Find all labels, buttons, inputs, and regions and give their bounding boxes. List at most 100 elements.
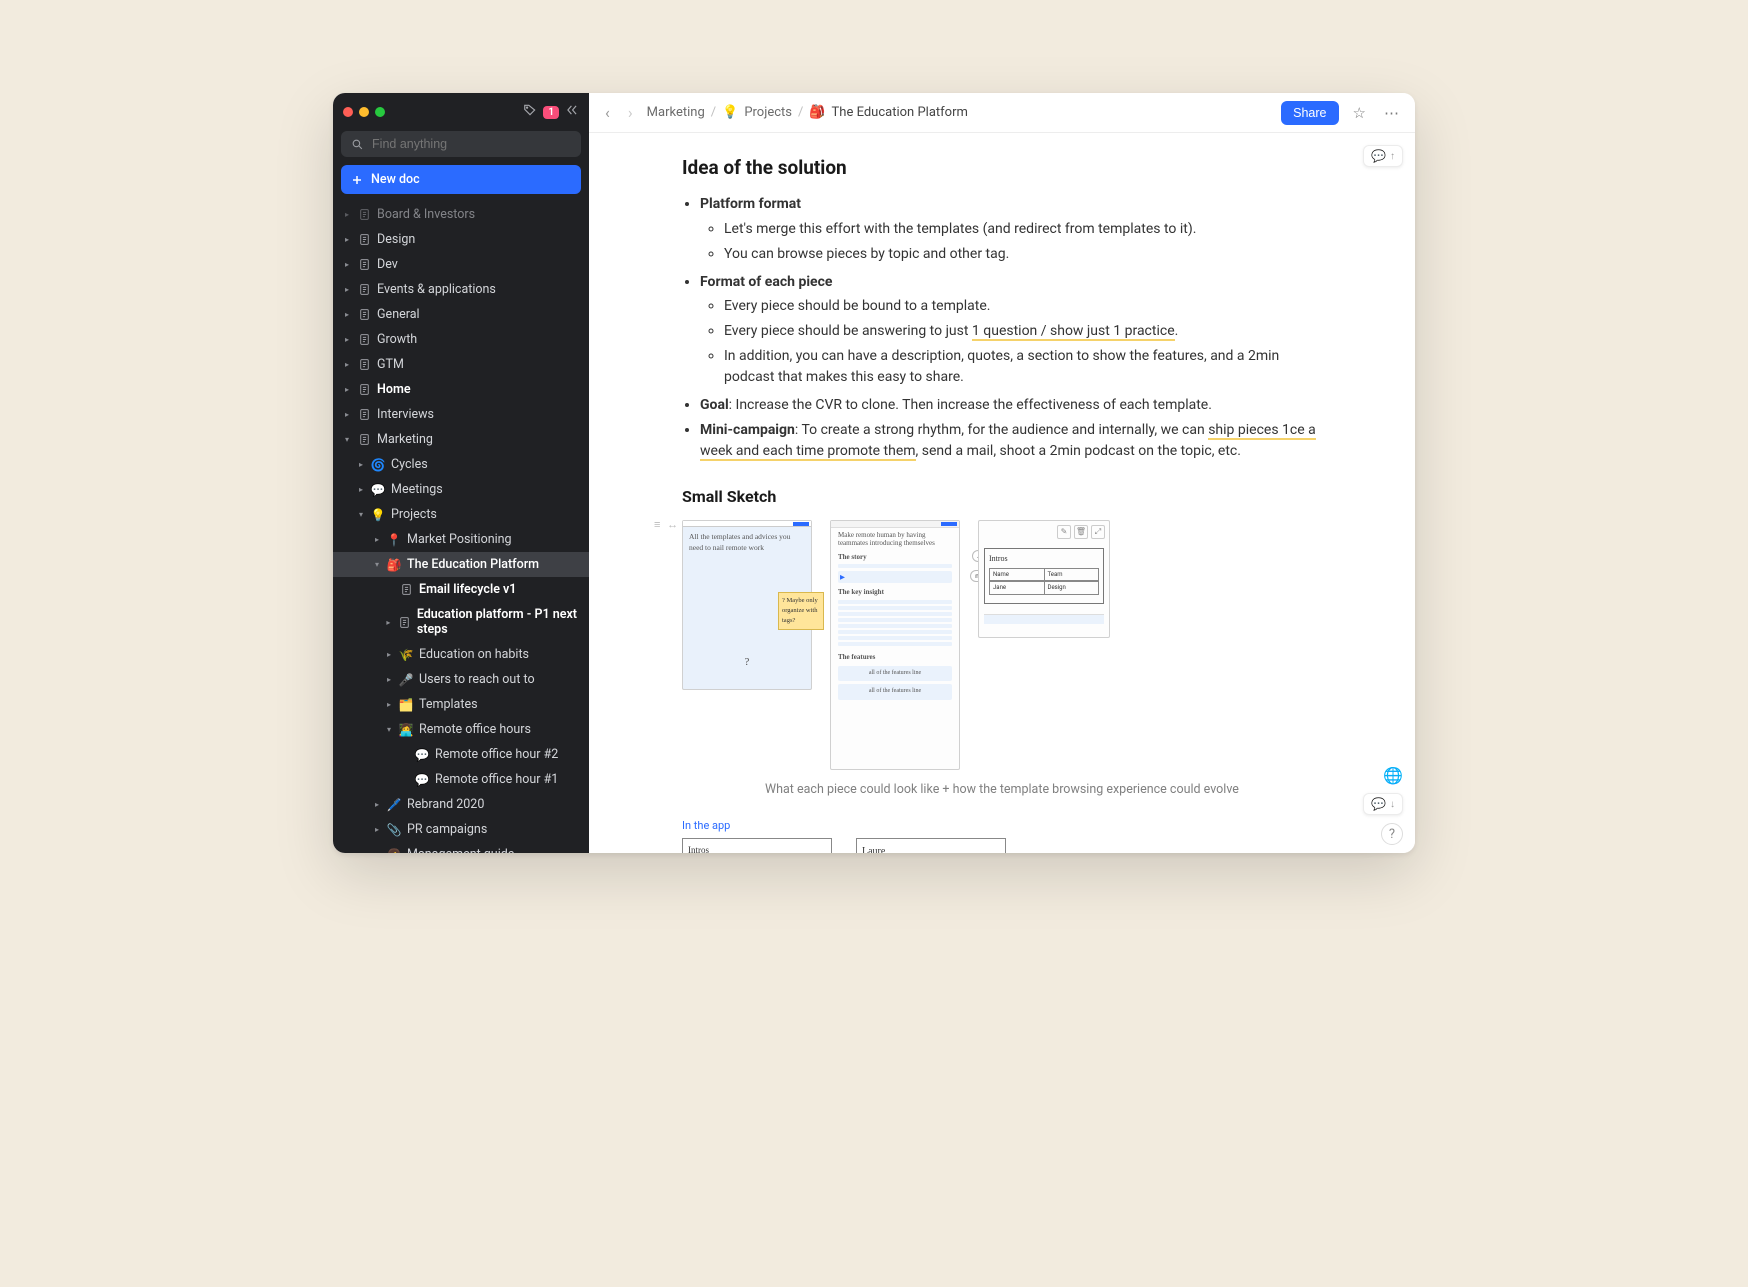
caret-icon[interactable]: ▸ xyxy=(343,386,351,394)
caret-icon[interactable] xyxy=(401,751,409,759)
caret-icon[interactable]: ▸ xyxy=(343,411,351,419)
caret-icon[interactable]: ▸ xyxy=(373,851,381,854)
close-window-icon[interactable] xyxy=(343,107,353,117)
sidebar-item-label: Board & Investors xyxy=(377,207,475,222)
expand-icon[interactable]: ⤢ xyxy=(1091,525,1105,539)
sidebar-item-label: The Education Platform xyxy=(407,557,539,572)
sidebar-item-projects[interactable]: ▾💡Projects xyxy=(333,502,589,527)
sidebar-item-pr-campaigns[interactable]: ▸📎PR campaigns xyxy=(333,817,589,842)
crumb-current[interactable]: The Education Platform xyxy=(832,105,968,120)
caret-icon[interactable]: ▸ xyxy=(343,361,351,369)
crumb-projects[interactable]: Projects xyxy=(744,105,792,120)
share-button[interactable]: Share xyxy=(1281,101,1338,125)
sidebar-item-dev[interactable]: ▸Dev xyxy=(333,252,589,277)
emoji-icon: 📍 xyxy=(387,533,401,547)
traffic-lights[interactable] xyxy=(343,107,385,117)
sidebar-tree[interactable]: ▸ Board & Investors ▸Design▸Dev▸Events & a… xyxy=(333,202,589,853)
sidebar-item-events-applications[interactable]: ▸Events & applications xyxy=(333,277,589,302)
caret-icon[interactable]: ▸ xyxy=(385,618,392,626)
sidebar-item-growth[interactable]: ▸ Growth xyxy=(333,327,589,352)
tag-icon[interactable] xyxy=(523,103,537,121)
emoji-icon: 🌾 xyxy=(399,648,413,662)
caret-icon[interactable]: ▸ xyxy=(343,261,351,269)
page-icon xyxy=(357,233,371,247)
collapse-sidebar-icon[interactable] xyxy=(565,103,579,121)
caret-icon[interactable]: ▸ xyxy=(373,536,381,544)
trash-icon[interactable]: 🗑 xyxy=(1074,525,1088,539)
sidebar-item-gtm[interactable]: ▸GTM xyxy=(333,352,589,377)
sketch-row-2: Intros nameteam JaneDesign +Other Laure … xyxy=(682,838,1322,853)
block-handle-icon[interactable]: ≡ ↔ xyxy=(654,516,680,533)
sidebar-item-rebrand-2020[interactable]: ▸🖊️Rebrand 2020 xyxy=(333,792,589,817)
comment-icon: 💬 xyxy=(1371,797,1386,811)
caret-icon[interactable]: ▸ xyxy=(385,701,393,709)
edit-icon[interactable]: ✎ xyxy=(1057,525,1071,539)
caret-icon[interactable]: ▾ xyxy=(373,561,381,569)
emoji-icon: 💬 xyxy=(415,773,429,787)
caret-icon[interactable]: ▸ xyxy=(373,801,381,809)
sidebar-item-education-on-habits[interactable]: ▸ 🌾 Education on habits xyxy=(333,642,589,667)
caret-icon[interactable]: ▸ xyxy=(343,286,351,294)
sidebar-item-home[interactable]: ▸ Home xyxy=(333,377,589,402)
sketch-caption: What each piece could look like + how th… xyxy=(682,780,1322,799)
sidebar-top: 1 xyxy=(333,93,589,131)
caret-icon[interactable] xyxy=(401,776,409,784)
search-input[interactable] xyxy=(341,131,581,157)
minimize-window-icon[interactable] xyxy=(359,107,369,117)
globe-icon[interactable]: 🌐 xyxy=(1383,766,1403,785)
sidebar-item-label: Education on habits xyxy=(419,647,529,662)
caret-icon[interactable]: ▾ xyxy=(385,726,393,734)
back-button[interactable]: ‹ xyxy=(601,99,614,126)
star-button[interactable]: ☆ xyxy=(1349,100,1370,126)
page-icon xyxy=(399,583,413,597)
help-button[interactable]: ? xyxy=(1381,823,1403,845)
sidebar-item-remote-office-hour-2[interactable]: 💬Remote office hour #2 xyxy=(333,742,589,767)
caret-icon[interactable]: ▸ xyxy=(385,676,393,684)
sidebar-item-remote-office-hour-1[interactable]: 💬Remote office hour #1 xyxy=(333,767,589,792)
crumb-marketing[interactable]: Marketing xyxy=(647,105,705,120)
sidebar-item-remote-office-hours[interactable]: ▾👩‍💻Remote office hours xyxy=(333,717,589,742)
sidebar-item-label: Cycles xyxy=(391,457,428,472)
page-icon xyxy=(357,433,371,447)
caret-icon[interactable]: ▸ xyxy=(357,461,365,469)
sidebar-item-market-positioning[interactable]: ▸📍Market Positioning xyxy=(333,527,589,552)
sidebar-item-label: Remote office hours xyxy=(419,722,531,737)
new-doc-button[interactable]: New doc xyxy=(341,165,581,194)
notification-badge[interactable]: 1 xyxy=(543,106,559,119)
sidebar-item-the-education-platform[interactable]: ▾ 🎒 The Education Platform xyxy=(333,552,589,577)
sidebar-item-board-investors[interactable]: ▸ Board & Investors xyxy=(333,202,589,227)
caret-icon[interactable]: ▸ xyxy=(343,211,351,219)
caret-icon[interactable]: ▾ xyxy=(357,511,365,519)
caret-icon[interactable] xyxy=(385,586,393,594)
emoji-icon: 🎒 xyxy=(387,558,401,572)
sidebar-item-label: Growth xyxy=(377,332,417,347)
comment-marker-top[interactable]: 💬 ↑ xyxy=(1363,145,1403,167)
more-button[interactable]: ⋯ xyxy=(1380,100,1403,126)
sidebar-item-label: Home xyxy=(377,382,411,397)
sidebar-item-users-to-reach-out-to[interactable]: ▸🎤Users to reach out to xyxy=(333,667,589,692)
caret-icon[interactable]: ▸ xyxy=(357,486,365,494)
caret-icon[interactable]: ▸ xyxy=(343,236,351,244)
caret-icon[interactable]: ▸ xyxy=(343,336,351,344)
caret-icon[interactable]: ▸ xyxy=(373,826,381,834)
sidebar-item-design[interactable]: ▸Design xyxy=(333,227,589,252)
maximize-window-icon[interactable] xyxy=(375,107,385,117)
forward-button[interactable]: › xyxy=(624,99,637,126)
sidebar-item-cycles[interactable]: ▸🌀Cycles xyxy=(333,452,589,477)
page-icon xyxy=(357,383,371,397)
sidebar-item-management-guide[interactable]: ▸👩Management guide xyxy=(333,842,589,853)
caret-icon[interactable]: ▸ xyxy=(343,311,351,319)
sidebar-item-meetings[interactable]: ▸💬Meetings xyxy=(333,477,589,502)
search-field[interactable] xyxy=(372,137,571,151)
sidebar-item-email-lifecycle-v1[interactable]: Email lifecycle v1 xyxy=(333,577,589,602)
caret-icon[interactable]: ▸ xyxy=(385,651,393,659)
sidebar-item-education-platform-p1-next-steps[interactable]: ▸Education platform - P1 next steps xyxy=(333,602,589,642)
sidebar-item-general[interactable]: ▸General xyxy=(333,302,589,327)
sidebar-item-marketing[interactable]: ▾Marketing xyxy=(333,427,589,452)
caret-icon[interactable]: ▾ xyxy=(343,436,351,444)
sidebar-item-templates[interactable]: ▸🗂️Templates xyxy=(333,692,589,717)
doc-content[interactable]: 💬 ↑ Idea of the solution Platform format… xyxy=(589,133,1415,853)
sidebar-item-interviews[interactable]: ▸Interviews xyxy=(333,402,589,427)
sketch-piece: Make remote human by having teammates in… xyxy=(830,520,960,770)
comment-marker-bottom[interactable]: 💬 ↓ xyxy=(1363,793,1403,815)
